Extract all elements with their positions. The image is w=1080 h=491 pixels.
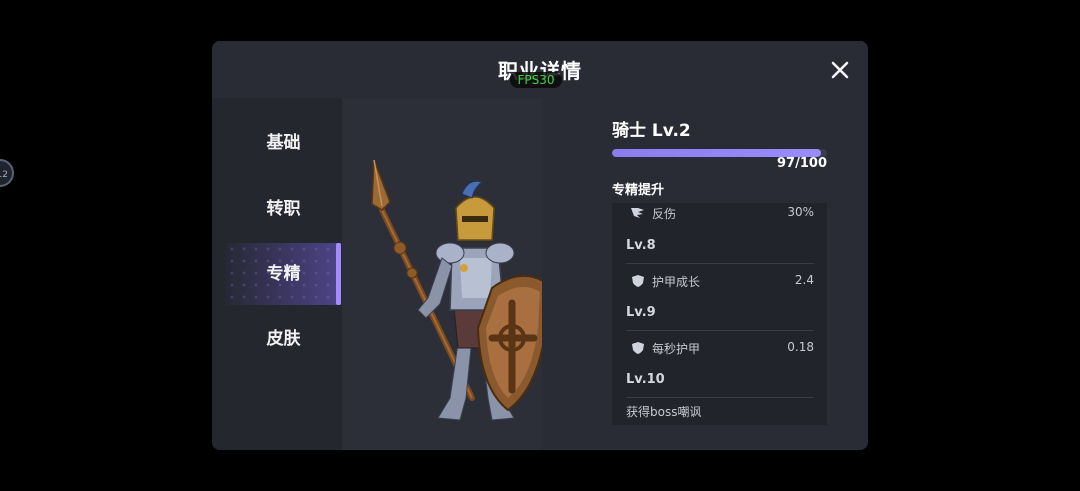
stat-value: 2.4 xyxy=(794,273,814,287)
level-header: Lv.9 xyxy=(626,305,656,320)
tab-label: 皮肤 xyxy=(266,329,301,349)
divider xyxy=(626,397,814,398)
tab-specialization[interactable]: 专精 xyxy=(226,243,341,305)
close-icon[interactable] xyxy=(828,58,852,82)
level-header: Lv.8 xyxy=(626,238,656,253)
class-detail-dialog: 职业详情 FPS30 基础 转职 专精 皮肤 骑士 Lv.2 97/100 专精… xyxy=(212,41,868,450)
perk-text: 获得boss嘲讽 xyxy=(626,405,702,419)
divider xyxy=(626,263,814,264)
shield-icon xyxy=(632,342,644,354)
claw-icon xyxy=(631,208,644,218)
character-art-panel xyxy=(342,98,550,450)
class-info-panel: 骑士 Lv.2 97/100 专精提升 反伤 30% Lv.8 护甲成长 2.4 xyxy=(612,98,827,428)
stat-value: 30% xyxy=(787,205,814,219)
stat-label: 反伤 xyxy=(652,207,677,221)
xp-progress-text: 97/100 xyxy=(777,156,827,171)
edge-button-label: 12 xyxy=(0,170,8,180)
class-name-level: 骑士 Lv.2 xyxy=(612,121,691,141)
stat-label: 护甲成长 xyxy=(652,275,701,289)
specialization-title: 专精提升 xyxy=(612,183,665,198)
sidebar: 基础 转职 专精 皮肤 xyxy=(212,98,342,450)
list-item: 护甲成长 2.4 xyxy=(626,271,814,291)
tab-class-change[interactable]: 转职 xyxy=(226,178,341,240)
list-item: 每秒护甲 0.18 xyxy=(626,338,814,358)
list-item: 反伤 30% xyxy=(626,203,814,223)
tab-skins[interactable]: 皮肤 xyxy=(226,308,341,370)
fps-counter: FPS30 xyxy=(510,72,562,88)
level-header: Lv.10 xyxy=(626,372,665,387)
knight-character-image xyxy=(371,159,550,421)
specialization-list[interactable]: 反伤 30% Lv.8 护甲成长 2.4 Lv.9 每秒护甲 0.18 Lv.1… xyxy=(612,203,827,425)
tab-label: 基础 xyxy=(266,133,301,153)
stat-label: 每秒护甲 xyxy=(652,342,701,356)
dialog-header: 职业详情 FPS30 xyxy=(212,41,868,98)
stat-value: 0.18 xyxy=(787,340,814,354)
divider xyxy=(626,330,814,331)
tab-label: 转职 xyxy=(266,199,301,219)
tab-label: 专精 xyxy=(266,264,301,284)
tab-basic[interactable]: 基础 xyxy=(226,112,341,174)
shield-icon xyxy=(632,275,644,287)
edge-round-button[interactable]: 12 xyxy=(0,159,14,187)
